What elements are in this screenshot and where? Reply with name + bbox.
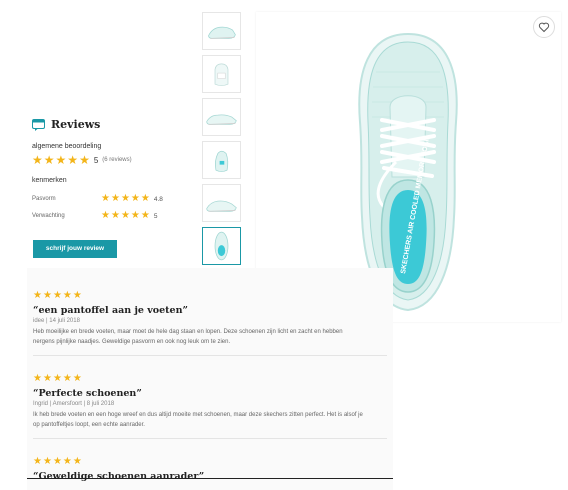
thumbnail-5[interactable] <box>202 184 241 222</box>
thumbnail-1[interactable] <box>202 12 241 50</box>
overall-score: 5 <box>93 155 99 165</box>
review-stars: ★ ★ ★ ★ ★ <box>33 373 82 384</box>
review-list: ★ ★ ★ ★ ★ “een pantoffel aan je voeten” idee… <box>27 268 393 490</box>
heart-icon <box>538 22 550 33</box>
divider <box>33 355 387 356</box>
star-icon: ★ <box>67 153 79 167</box>
star-icon: ★ <box>32 153 43 167</box>
feature-stars: ★ ★ ★ ★ ★ <box>101 193 150 204</box>
feature-score: 5 <box>153 212 158 220</box>
thumbnail-6-selected[interactable] <box>202 227 241 265</box>
review-item: ★ ★ ★ ★ ★ “een pantoffel aan je voeten” idee… <box>33 285 388 347</box>
overall-rating-stars: ★ ★ ★ ★ ★ <box>32 154 90 166</box>
star-icon: ★ <box>55 153 67 167</box>
review-stars: ★ ★ ★ ★ ★ <box>33 456 82 467</box>
divider <box>33 438 387 439</box>
overall-rating-label: algemene beoordeling <box>32 143 102 150</box>
review-stars: ★ ★ ★ ★ ★ <box>33 290 82 301</box>
review-item: ★ ★ ★ ★ ★ “Perfecte schoenen” Ingrid | Amers… <box>33 368 388 430</box>
reviews-chat-icon <box>32 118 45 131</box>
thumbnail-3[interactable] <box>202 98 241 136</box>
reviews-title: Reviews <box>51 118 101 131</box>
feature-stars: ★ ★ ★ ★ ★ <box>101 210 150 221</box>
review-title: “een pantoffel aan je voeten” <box>33 305 188 316</box>
review-meta: idee | 14 juli 2018 <box>33 318 80 324</box>
feature-label: Pasvorm <box>32 196 56 202</box>
review-body-line: Ik heb brede voeten en een hoge wreef en… <box>33 412 363 418</box>
review-meta: Ingrid | Amersfoort | 8 juli 2018 <box>33 401 115 407</box>
star-icon: ★ <box>79 153 90 167</box>
review-body-line: Heb moeilijke en brede voeten, maar moet… <box>33 329 343 335</box>
star-icon: ★ <box>43 153 55 167</box>
review-title: “Geweldige schoenen aanrader” <box>33 471 205 482</box>
wishlist-button[interactable] <box>533 16 555 38</box>
bottom-border <box>27 478 393 479</box>
features-label: kenmerken <box>32 177 67 184</box>
write-review-button[interactable]: schrijf jouw review <box>33 240 117 258</box>
thumbnail-4[interactable] <box>202 141 241 179</box>
feature-score: 4.8 <box>153 195 163 203</box>
review-count: (6 reviews) <box>102 157 132 163</box>
review-body-line: op pantoffeltjes loopt, een echte aanrad… <box>33 422 145 428</box>
review-body-line: nergens pijnlijke naadjes. Geweldige pas… <box>33 339 231 345</box>
thumbnail-2[interactable] <box>202 55 241 93</box>
feature-label: Verwachting <box>32 213 65 219</box>
review-title: “Perfecte schoenen” <box>33 388 142 399</box>
